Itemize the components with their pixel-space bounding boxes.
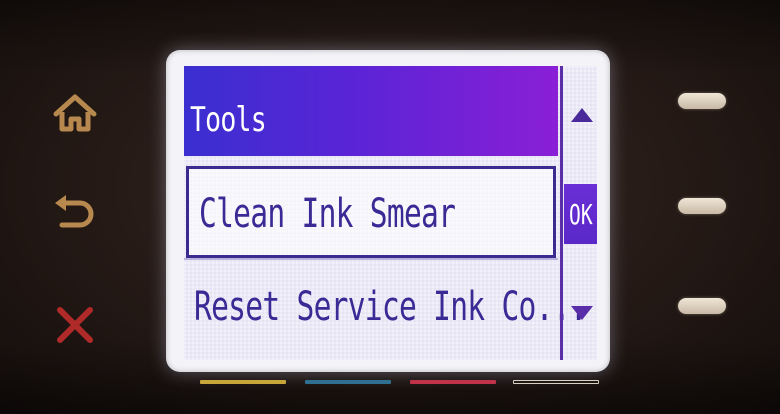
back-button[interactable] — [45, 188, 105, 238]
ink-yellow-indicator — [200, 380, 286, 384]
divider — [184, 258, 558, 260]
menu-item-reset-service-ink[interactable]: Reset Service Ink Co... — [184, 266, 588, 354]
cancel-icon — [57, 307, 93, 343]
ink-magenta-indicator — [410, 380, 496, 384]
softkey-up-button[interactable] — [678, 93, 726, 109]
softkey-ok-button[interactable] — [678, 198, 726, 214]
softkey-down-button[interactable] — [678, 298, 726, 314]
ok-indicator[interactable]: OK — [564, 184, 597, 244]
home-button[interactable] — [45, 88, 105, 138]
cancel-button[interactable] — [45, 300, 105, 350]
menu-item-label: Clean Ink Smear — [199, 191, 456, 237]
scrollbar[interactable]: OK — [560, 66, 597, 360]
home-icon — [53, 94, 97, 132]
ink-black-indicator — [513, 380, 599, 384]
back-icon — [55, 195, 94, 228]
ink-cyan-indicator — [305, 380, 391, 384]
title-bar: Tools — [184, 66, 558, 156]
ok-label: OK — [568, 197, 593, 231]
menu-item-clean-ink-smear[interactable]: Clean Ink Smear — [186, 166, 556, 258]
page-title: Tools — [190, 100, 267, 140]
menu-item-label: Reset Service Ink Co... — [194, 284, 588, 330]
arrow-down-icon[interactable] — [571, 306, 593, 320]
lcd-screen: Tools Clean Ink Smear Reset Service Ink … — [184, 66, 597, 360]
arrow-up-icon[interactable] — [571, 108, 593, 122]
